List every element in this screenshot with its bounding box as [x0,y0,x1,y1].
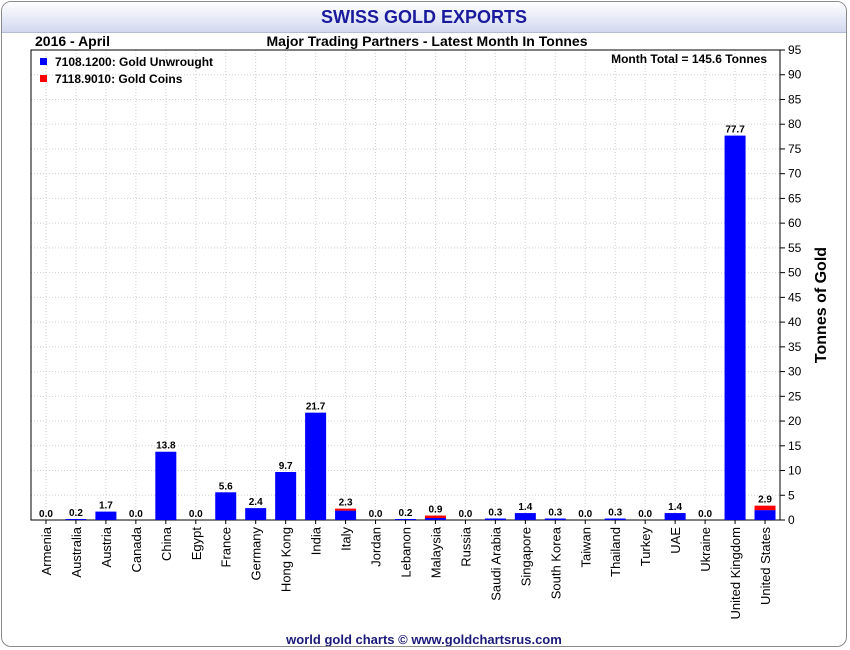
x-tick-label: Thailand [608,527,623,577]
y-tick-label: 30 [788,365,802,379]
x-tick-label: India [309,526,324,555]
data-label: 9.7 [279,461,293,472]
data-label: 2.9 [758,495,772,506]
x-tick-label: Malaysia [428,526,443,578]
x-tick-label: Austria [99,526,114,567]
data-label: 0.3 [548,508,562,519]
y-tick-label: 20 [788,414,802,428]
x-tick-label: UAE [668,527,683,554]
y-tick-label: 5 [788,488,795,502]
y-tick-label: 75 [788,142,802,156]
y-axis-label: Tonnes of Gold [813,247,830,363]
bar-segment [754,510,776,520]
y-tick-label: 25 [788,389,802,403]
data-label: 1.4 [668,502,682,513]
data-label: 1.4 [518,502,532,513]
x-tick-label: Canada [129,526,144,572]
x-tick-label: Singapore [518,527,533,586]
data-label: 0.0 [458,509,472,520]
legend-swatch [40,58,47,65]
data-label: 13.8 [156,441,176,452]
y-tick-label: 10 [788,464,802,478]
bar-segment [664,513,686,520]
bar-chart: 0 5 10 15 20 25 30 35 40 45 50 55 60 65 70 75 80 85 90 95 0.… [30,43,830,620]
data-label: 0.0 [578,509,592,520]
x-tick-label: France [219,527,234,567]
x-tick-label: United Kingdom [728,527,743,620]
legend-swatch [40,75,47,82]
data-label: 0.3 [608,508,622,519]
bar-segment [604,518,626,520]
bar-segment [335,510,357,520]
y-tick-label: 15 [788,439,802,453]
bar-segment [484,518,506,520]
bar-segment [245,508,267,520]
bar-segment [544,518,566,520]
x-tick-label: Armenia [39,526,54,575]
x-tick-label: Germany [249,527,264,581]
data-label: 0.0 [39,509,53,520]
bar-segment [395,519,416,520]
data-label: 2.3 [339,498,353,509]
bar-segment [215,492,237,520]
bar-segment [65,519,87,520]
bar-segment [95,511,117,520]
data-label: 2.4 [249,497,263,508]
bar-segment [514,513,536,520]
y-tick-label: 60 [788,216,802,230]
x-tick-label: Italy [339,527,354,551]
y-tick-label: 90 [788,68,802,82]
data-label: 0.2 [399,508,413,519]
legend-entry: 7108.1200: Gold Unwrought [55,55,213,69]
data-label: 1.7 [99,501,113,512]
data-label: 0.0 [129,509,143,520]
bar-segment [335,508,357,511]
data-label: 0.0 [369,509,383,520]
data-label: 77.7 [725,125,745,136]
bar-segment [155,451,177,520]
x-tick-label: Turkey [638,527,653,567]
x-tick-label: Hong Kong [279,527,294,592]
x-tick-label: Ukraine [698,527,713,572]
x-tick-label: Jordan [369,527,384,567]
x-tick-label: Australia [69,526,84,577]
x-tick-label: South Korea [548,526,563,599]
y-tick-label: 35 [788,340,802,354]
x-tick-label: United States [758,527,773,606]
x-tick-label: Egypt [189,527,204,561]
y-tick-label: 65 [788,191,802,205]
data-label: 5.6 [219,481,233,492]
x-tick-label: Lebanon [399,527,414,578]
bar-segment [275,472,297,520]
data-label: 0.2 [69,508,83,519]
bar-segment [305,412,327,520]
y-tick-label: 40 [788,315,802,329]
y-tick-label: 85 [788,92,802,106]
x-tick-label: Saudi Arabia [488,526,503,600]
bar-segment [754,505,776,511]
x-tick-label: Taiwan [578,527,593,567]
data-label: 21.7 [306,402,326,413]
bar-segment [724,135,746,520]
data-label: 0.0 [189,509,203,520]
y-tick-label: 95 [788,43,802,57]
month-total-annotation: Month Total = 145.6 Tonnes [611,52,767,66]
y-tick-label: 70 [788,167,802,181]
bar-segment [424,515,446,519]
x-tick-label: China [159,526,174,561]
data-label: 0.0 [698,509,712,520]
y-tick-label: 0 [788,513,795,527]
y-tick-label: 50 [788,266,802,280]
data-label: 0.0 [638,509,652,520]
bar-segment [424,518,446,520]
y-tick-label: 80 [788,117,802,131]
data-label: 0.9 [429,505,443,516]
legend-entry: 7118.9010: Gold Coins [55,72,183,86]
y-tick-label: 55 [788,241,802,255]
x-tick-label: Russia [458,526,473,567]
data-label: 0.3 [488,508,502,519]
y-tick-label: 45 [788,290,802,304]
